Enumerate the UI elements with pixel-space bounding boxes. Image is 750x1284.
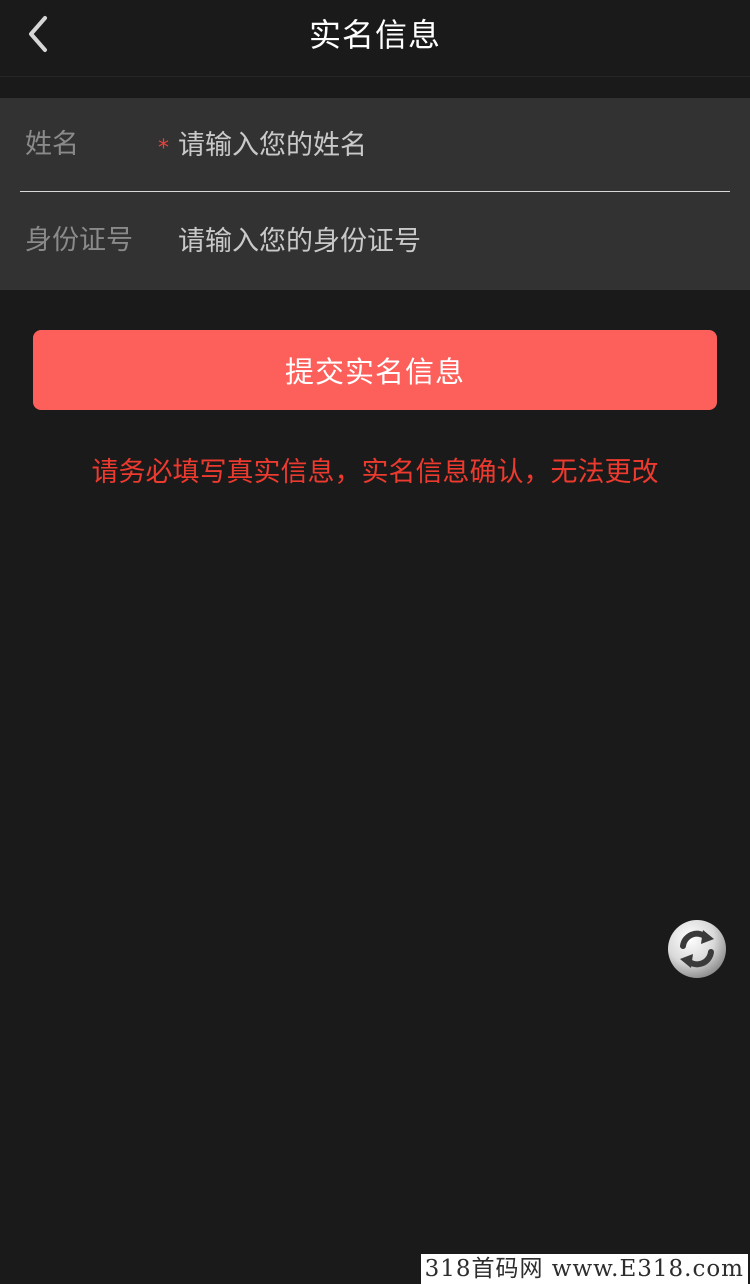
site-watermark: 318首码网 www.E318.com [420, 1254, 748, 1284]
name-label: 姓名 [25, 129, 79, 160]
name-row: 姓名 * [0, 98, 750, 192]
id-number-input[interactable] [178, 216, 718, 266]
id-number-row: 身份证号 [0, 194, 750, 288]
warning-notice: 请务必填写真实信息，实名信息确认，无法更改 [91, 457, 659, 488]
navigation-bar: 实名信息 [0, 0, 750, 77]
refresh-icon [668, 920, 726, 978]
refresh-button[interactable] [667, 919, 727, 979]
name-input[interactable] [178, 120, 718, 170]
page-title: 实名信息 [308, 16, 441, 54]
submit-real-name-button[interactable]: 提交实名信息 [33, 330, 717, 410]
required-mark: * [158, 136, 169, 161]
id-number-label: 身份证号 [25, 225, 133, 256]
divider [20, 191, 730, 192]
real-name-form: 姓名 * 身份证号 [0, 98, 750, 290]
